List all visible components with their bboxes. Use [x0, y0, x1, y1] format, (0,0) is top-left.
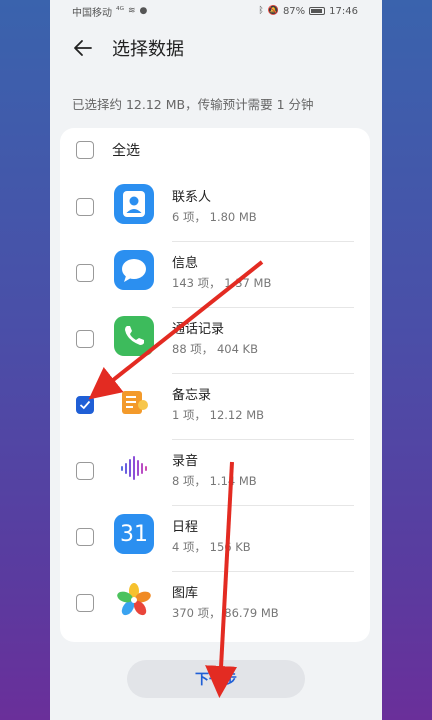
item-meta: 88 项， 404 KB	[172, 342, 258, 356]
list-item-messages[interactable]: 信息 143 项， 1.37 MB	[60, 242, 370, 308]
item-checkbox[interactable]	[76, 462, 94, 480]
selection-summary: 已选择约 12.12 MB，传输预计需要 1 分钟	[72, 97, 314, 112]
list-item-call-log[interactable]: 通话记录 88 项， 404 KB	[60, 308, 370, 374]
calendar-icon-date: 31	[120, 521, 148, 547]
page-title: 选择数据	[112, 39, 184, 60]
item-meta: 4 项， 156 KB	[172, 540, 251, 554]
item-meta: 8 项， 1.14 MB	[172, 474, 257, 488]
item-checkbox[interactable]	[76, 594, 94, 612]
signal-icon: ⁴ᴳ	[116, 6, 124, 16]
contacts-icon	[114, 184, 154, 224]
list-item-calendar[interactable]: 31 日程 4 项， 156 KB	[60, 506, 370, 572]
calendar-icon: 31	[114, 514, 154, 554]
item-checkbox[interactable]	[76, 330, 94, 348]
item-checkbox[interactable]	[76, 198, 94, 216]
select-all-checkbox[interactable]	[76, 141, 94, 159]
clock: 17:46	[329, 5, 358, 17]
item-name: 通话记录	[172, 322, 225, 337]
item-name: 日程	[172, 520, 199, 535]
phone-icon	[114, 316, 154, 356]
notepad-icon	[114, 382, 154, 422]
select-all-row[interactable]: 全选	[60, 138, 370, 162]
carrier-label: 中国移动	[72, 7, 112, 19]
item-meta: 6 项， 1.80 MB	[172, 210, 257, 224]
next-step-button[interactable]: 下一步	[127, 660, 305, 698]
item-name: 信息	[172, 256, 199, 271]
phone-screen: 中国移动 ⁴ᴳ ≋ ● ᛒ 🔕 87% 17:46 选择数据 已选择约 12.1…	[50, 0, 382, 720]
status-bar: 中国移动 ⁴ᴳ ≋ ● ᛒ 🔕 87% 17:46	[50, 0, 382, 22]
item-name: 联系人	[172, 190, 212, 205]
gallery-icon	[114, 580, 154, 620]
item-name: 图库	[172, 586, 199, 601]
bluetooth-icon: ᛒ	[258, 6, 264, 16]
item-checkbox-checked[interactable]	[76, 396, 94, 414]
recorder-icon	[114, 448, 154, 488]
list-item-contacts[interactable]: 联系人 6 项， 1.80 MB	[60, 176, 370, 242]
battery-icon	[309, 7, 326, 15]
battery-percent: 87%	[282, 5, 306, 17]
mute-icon: 🔕	[267, 6, 279, 16]
wifi-icon: ≋	[128, 6, 136, 16]
item-checkbox[interactable]	[76, 528, 94, 546]
item-meta: 143 项， 1.37 MB	[172, 276, 272, 290]
item-meta: 1 项， 12.12 MB	[172, 408, 265, 422]
data-list-card: 全选 联系人 6 项， 1.80 MB 信息 143 项， 1.37 MB 通话…	[60, 128, 370, 642]
item-meta: 370 项， 86.79 MB	[172, 606, 279, 620]
item-name: 录音	[172, 454, 199, 469]
list-item-recorder[interactable]: 录音 8 项， 1.14 MB	[60, 440, 370, 506]
item-checkbox[interactable]	[76, 264, 94, 282]
messages-icon	[114, 250, 154, 290]
select-all-label: 全选	[112, 143, 140, 159]
item-name: 备忘录	[172, 388, 212, 403]
header: 选择数据	[50, 22, 382, 74]
list-item-gallery[interactable]: 图库 370 项， 86.79 MB	[60, 572, 370, 638]
list-item-notes[interactable]: 备忘录 1 项， 12.12 MB	[60, 374, 370, 440]
notification-icon: ●	[139, 6, 148, 16]
back-arrow-icon[interactable]	[72, 37, 94, 59]
